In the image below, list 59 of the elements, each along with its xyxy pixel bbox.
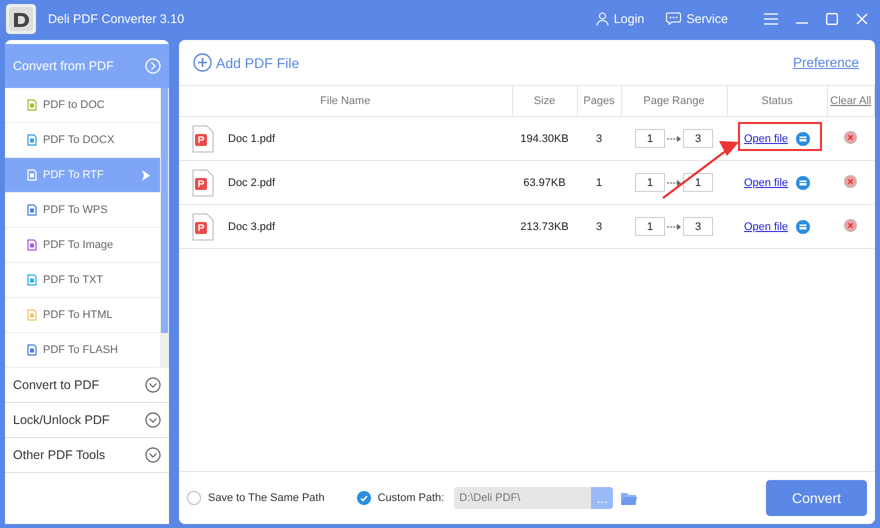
range-end-field[interactable]: 1 [683, 173, 713, 192]
range-end-field[interactable]: 3 [683, 217, 713, 236]
user-icon [596, 12, 609, 26]
arrow-icon [667, 136, 681, 142]
radio-button[interactable] [356, 491, 371, 505]
chevron-icon[interactable] [145, 412, 161, 428]
size-cell: 63.97KB [512, 160, 577, 204]
column-header: File Name [179, 86, 512, 116]
radio-label: Custom Path: [378, 492, 444, 504]
caret-icon [142, 170, 150, 180]
file-name: Doc 2.pdf [228, 176, 276, 188]
close-icon[interactable] [856, 12, 868, 24]
pages-cell: 1 [577, 160, 621, 204]
add-file-button[interactable]: Add PDF File [193, 53, 300, 72]
app-logo [6, 4, 36, 34]
sidebar-section[interactable]: Convert to PDF [5, 368, 169, 403]
scrollbar[interactable] [160, 88, 169, 368]
remove-icon[interactable] [844, 174, 858, 188]
range-start-field[interactable]: 1 [635, 129, 665, 148]
file-name: Doc 3.pdf [228, 220, 276, 232]
remove-icon[interactable] [844, 218, 858, 232]
size-cell: 194.30KB [512, 116, 577, 160]
pages-cell: 3 [577, 204, 621, 248]
login-button[interactable]: Login [596, 12, 644, 26]
preference-link[interactable]: Preference [790, 55, 861, 70]
radio-label: Save to The Same Path [208, 492, 325, 504]
chat-icon [666, 12, 682, 25]
check-icon [360, 494, 368, 502]
sidebar-section[interactable]: Other PDF Tools [5, 438, 169, 473]
remove-icon[interactable] [844, 130, 858, 144]
pdf-file-icon [192, 124, 214, 152]
path-field[interactable]: D:\Deli PDF\ [454, 487, 592, 509]
size-cell: 213.73KB [512, 204, 577, 248]
range-start-field[interactable]: 1 [635, 173, 665, 192]
plus-icon [193, 53, 212, 72]
file-name: Doc 1.pdf [228, 132, 276, 144]
open-file-link[interactable]: Open file [744, 176, 788, 188]
range-start-field[interactable]: 1 [635, 217, 665, 236]
service-button[interactable]: Service [666, 12, 728, 26]
convert-button[interactable]: Convert [766, 480, 867, 516]
pdf-file-icon [192, 168, 214, 196]
sidebar-section[interactable]: Lock/Unlock PDF [5, 403, 169, 438]
open-file-link[interactable]: Open file [744, 220, 788, 232]
column-header: Page Range [621, 86, 727, 116]
column-header: Status [727, 86, 827, 116]
pdf-file-icon [192, 212, 214, 240]
column-header: Size [512, 86, 577, 116]
menu-icon[interactable] [764, 12, 778, 24]
maximize-icon[interactable] [826, 12, 838, 24]
chevron-icon[interactable] [145, 377, 161, 393]
column-header: Pages [577, 86, 621, 116]
pages-cell: 3 [577, 116, 621, 160]
window-title: Deli PDF Converter 3.10 [48, 12, 186, 26]
open-file-link[interactable]: Open file [744, 132, 788, 144]
range-end-field[interactable]: 3 [683, 129, 713, 148]
chevron-icon[interactable] [145, 447, 161, 463]
arrow-icon [667, 224, 681, 230]
arrow-icon [667, 180, 681, 186]
radio-button[interactable] [187, 491, 201, 505]
